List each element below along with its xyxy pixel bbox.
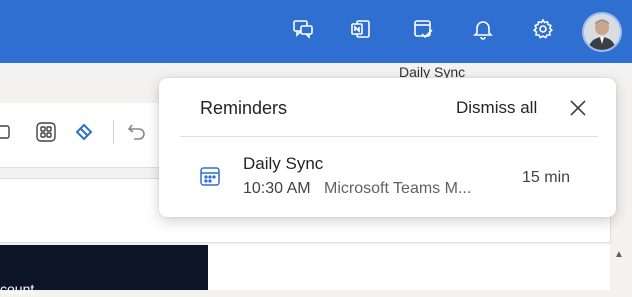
bell-icon[interactable] bbox=[471, 17, 495, 41]
onenote-icon[interactable] bbox=[349, 17, 373, 41]
divider bbox=[180, 136, 598, 137]
reminders-popup: Reminders Dismiss all Daily Sync 10:30 A… bbox=[159, 78, 616, 217]
dark-panel-text: count bbox=[0, 281, 35, 297]
reminder-time: 10:30 AM bbox=[243, 180, 311, 197]
undo-icon[interactable] bbox=[125, 120, 149, 144]
close-icon[interactable] bbox=[567, 97, 589, 119]
reminder-due: 15 min bbox=[522, 169, 571, 186]
calendar-icon bbox=[199, 165, 221, 187]
dismiss-all-button[interactable]: Dismiss all bbox=[456, 98, 537, 118]
chat-icon[interactable] bbox=[291, 17, 315, 41]
apps-grid-icon[interactable] bbox=[34, 120, 58, 144]
reminders-title: Reminders bbox=[200, 98, 288, 118]
reminder-item[interactable]: Daily Sync 10:30 AM Microsoft Teams M...… bbox=[180, 144, 598, 208]
toolbar-partial-icon[interactable] bbox=[0, 120, 16, 144]
reminder-location: Microsoft Teams M... bbox=[324, 180, 472, 197]
reminder-subject: Daily Sync bbox=[243, 154, 324, 173]
loop-icon[interactable] bbox=[72, 120, 96, 144]
app-header bbox=[0, 0, 632, 63]
gear-icon[interactable] bbox=[531, 17, 555, 41]
scroll-up-arrow-icon[interactable]: ▲ bbox=[614, 249, 624, 260]
user-avatar[interactable] bbox=[584, 14, 620, 50]
toolbar-separator bbox=[113, 120, 114, 144]
my-day-icon[interactable] bbox=[411, 17, 435, 41]
